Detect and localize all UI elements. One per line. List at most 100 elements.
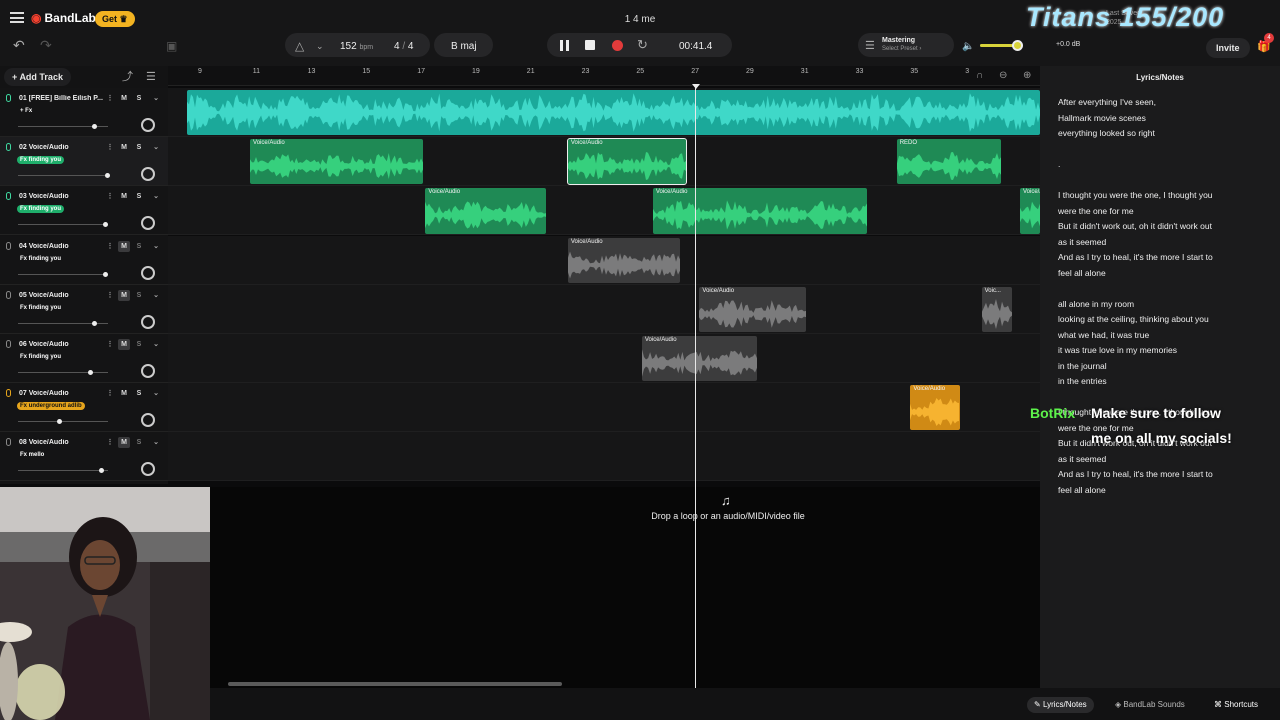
track-header[interactable]: 06 Voice/Audio Fx finding you ⋮ M S ⌄	[0, 334, 168, 383]
track-volume-thumb[interactable]	[105, 173, 110, 179]
track-volume-thumb[interactable]	[57, 419, 63, 425]
track-options-icon[interactable]: ⋮	[104, 437, 116, 448]
time-signature[interactable]: 4 / 4	[394, 41, 413, 52]
pan-knob[interactable]	[141, 364, 155, 378]
pan-knob[interactable]	[141, 216, 155, 231]
mute-button[interactable]: M	[118, 289, 130, 301]
track-name[interactable]: 05 Voice/Audio	[19, 292, 105, 299]
metronome-icon[interactable]: △	[295, 39, 304, 53]
track-header[interactable]: 03 Voice/Audio Fx finding you ⋮ M S ⌄	[0, 186, 168, 236]
track-volume-thumb[interactable]	[91, 320, 97, 326]
track-options-icon[interactable]: ⋮	[104, 93, 116, 104]
playhead[interactable]	[695, 84, 696, 688]
track-name[interactable]: 04 Voice/Audio	[19, 243, 105, 250]
track-header[interactable]: 05 Voice/Audio Fx finding you ⋮ M S ⌄	[0, 284, 168, 334]
chevron-down-icon[interactable]: ⌄	[316, 39, 324, 53]
pause-icon[interactable]	[560, 40, 569, 51]
solo-button[interactable]: S	[133, 290, 145, 301]
select-preset-label[interactable]: Select Preset ›	[882, 46, 921, 52]
track-volume-slider[interactable]	[18, 222, 109, 228]
chevron-down-icon[interactable]: ⌄	[150, 339, 162, 350]
audio-clip[interactable]: Voice/Audio	[566, 138, 687, 186]
chevron-down-icon[interactable]: ⌄	[150, 142, 162, 153]
audio-clip[interactable]: Voice/Audio	[250, 139, 423, 185]
microphone-icon[interactable]	[6, 340, 11, 348]
track-header[interactable]: 07 Voice/Audio Fx underground adlib ⋮ M S ⌄	[0, 383, 168, 433]
solo-button[interactable]: S	[133, 142, 145, 153]
audio-clip[interactable]: Voice/Audio	[567, 237, 681, 283]
mute-button[interactable]: M	[118, 240, 130, 252]
bpm-value[interactable]: 152 bpm	[340, 41, 373, 52]
track-volume-thumb[interactable]	[98, 468, 104, 474]
track-name[interactable]: 03 Voice/Audio	[19, 193, 105, 200]
track-options-icon[interactable]: ⋮	[104, 290, 116, 301]
track-header[interactable]: 08 Voice/Audio Fx mello ⋮ M S ⌄	[0, 432, 168, 482]
key-value[interactable]: B maj	[451, 41, 477, 52]
track-effects-chip[interactable]: Fx finding you	[17, 353, 64, 361]
mute-button[interactable]: M	[118, 142, 130, 153]
solo-button[interactable]: S	[133, 93, 145, 104]
pan-knob[interactable]	[141, 314, 155, 329]
audio-clip[interactable]: REDO	[896, 139, 1001, 185]
track-options-icon[interactable]: ⋮	[104, 142, 116, 153]
chevron-down-icon[interactable]: ⌄	[150, 241, 162, 252]
track-volume-thumb[interactable]	[103, 271, 109, 277]
record-icon[interactable]	[612, 40, 623, 51]
zoom-out-icon[interactable]: ⊖	[999, 70, 1007, 81]
track-name[interactable]: 01 [FREE] Billie Eilish P...	[19, 95, 105, 102]
chevron-down-icon[interactable]: ⌄	[150, 290, 162, 301]
track-header[interactable]: 04 Voice/Audio Fx finding you ⋮ M S ⌄	[0, 235, 168, 285]
track-name[interactable]: 08 Voice/Audio	[19, 439, 105, 446]
microphone-icon[interactable]	[6, 290, 11, 299]
pan-knob[interactable]	[141, 167, 155, 182]
track-lane[interactable]	[168, 383, 1040, 433]
microphone-icon[interactable]	[6, 94, 11, 102]
pan-knob[interactable]	[141, 413, 155, 428]
automation-icon[interactable]: ⤴	[122, 70, 133, 84]
track-volume-thumb[interactable]	[91, 124, 97, 129]
horizontal-scrollbar[interactable]	[228, 682, 562, 686]
track-effects-chip[interactable]: Fx underground adlib	[17, 402, 85, 411]
mute-button[interactable]: M	[118, 388, 130, 399]
track-volume-thumb[interactable]	[87, 370, 93, 375]
track-lane[interactable]	[168, 186, 1040, 236]
redo-icon[interactable]: ↷	[40, 38, 52, 52]
track-name[interactable]: 06 Voice/Audio	[19, 341, 105, 348]
microphone-icon[interactable]	[6, 192, 11, 201]
stop-icon[interactable]	[585, 40, 595, 50]
zoom-in-icon[interactable]: ⊕	[1023, 70, 1031, 81]
track-header[interactable]: 01 [FREE] Billie Eilish P... + Fx ⋮ M S ⌄	[0, 88, 168, 137]
track-header[interactable]: 02 Voice/Audio Fx finding you ⋮ M S ⌄	[0, 137, 168, 187]
tab-lyrics-notes[interactable]: ✎ Lyrics/Notes	[1027, 697, 1094, 713]
track-effects-chip[interactable]: Fx finding you	[17, 255, 64, 263]
track-volume-slider[interactable]	[18, 271, 109, 277]
chevron-down-icon[interactable]: ⌄	[150, 388, 162, 399]
microphone-icon[interactable]	[6, 389, 11, 398]
mute-button[interactable]: M	[118, 339, 130, 350]
track-effects-chip[interactable]: Fx finding you	[17, 205, 64, 214]
audio-clip[interactable]: Voice/Audio	[910, 385, 960, 431]
chevron-down-icon[interactable]: ⌄	[150, 93, 162, 104]
audio-clip[interactable]: Voice/Audio	[652, 188, 867, 234]
mute-button[interactable]: M	[118, 437, 130, 449]
track-effects-chip[interactable]: Fx finding you	[17, 304, 64, 312]
master-volume-thumb[interactable]	[1012, 40, 1023, 51]
track-volume-slider[interactable]	[18, 468, 108, 474]
solo-button[interactable]: S	[133, 191, 145, 202]
audio-clip[interactable]: Voice/Audio	[641, 336, 757, 382]
audio-clip[interactable]	[187, 90, 1040, 136]
track-options-icon[interactable]: ⋮	[104, 191, 116, 202]
audio-clip[interactable]: Voice/Audio	[425, 188, 546, 234]
playhead-marker-icon[interactable]	[692, 84, 700, 89]
magnet-icon[interactable]: ∩	[976, 70, 983, 81]
solo-button[interactable]: S	[133, 241, 145, 252]
microphone-icon[interactable]	[6, 143, 11, 152]
track-volume-slider[interactable]	[18, 320, 108, 326]
track-effects-chip[interactable]: Fx finding you	[17, 156, 64, 165]
pan-knob[interactable]	[141, 265, 155, 280]
track-volume-thumb[interactable]	[103, 222, 109, 228]
track-options-icon[interactable]: ⋮	[104, 241, 116, 252]
track-volume-slider[interactable]	[18, 173, 110, 179]
track-effects-chip[interactable]: + Fx	[17, 107, 35, 115]
track-options-icon[interactable]: ⋮	[104, 339, 116, 350]
